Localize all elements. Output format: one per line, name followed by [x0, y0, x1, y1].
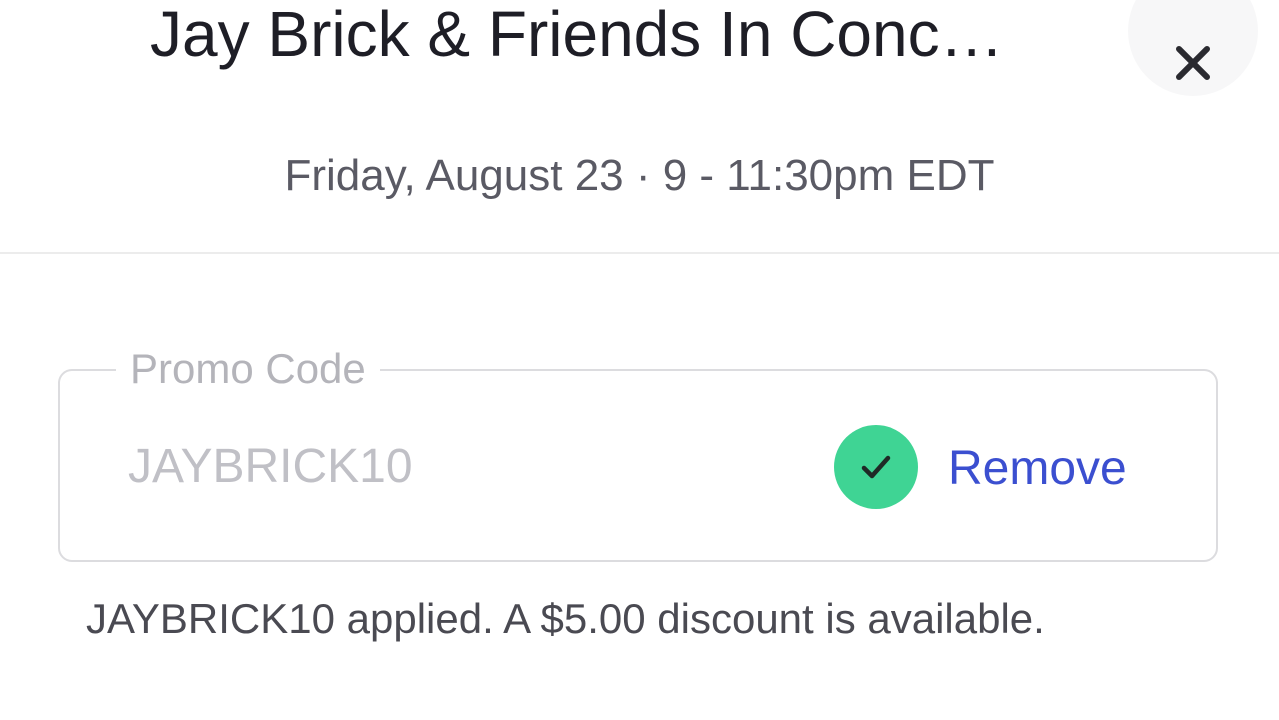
checkout-modal: Jay Brick & Friends In Conc… Friday, Aug…: [0, 0, 1279, 720]
close-button[interactable]: [1128, 0, 1258, 96]
event-title: Jay Brick & Friends In Conc…: [150, 0, 1004, 70]
check-icon: [834, 425, 918, 509]
event-date: Friday, August 23 · 9 - 11:30pm EDT: [284, 151, 995, 200]
remove-promo-button[interactable]: Remove: [948, 439, 1127, 499]
promo-code-input[interactable]: [128, 437, 828, 497]
promo-code-label: Promo Code: [116, 343, 380, 395]
promo-applied-message: JAYBRICK10 applied. A $5.00 discount is …: [86, 595, 1045, 642]
modal-header: Jay Brick & Friends In Conc… Friday, Aug…: [0, 0, 1279, 254]
close-icon: [1176, 46, 1210, 80]
promo-code-field: Promo Code Remove: [58, 343, 1218, 562]
